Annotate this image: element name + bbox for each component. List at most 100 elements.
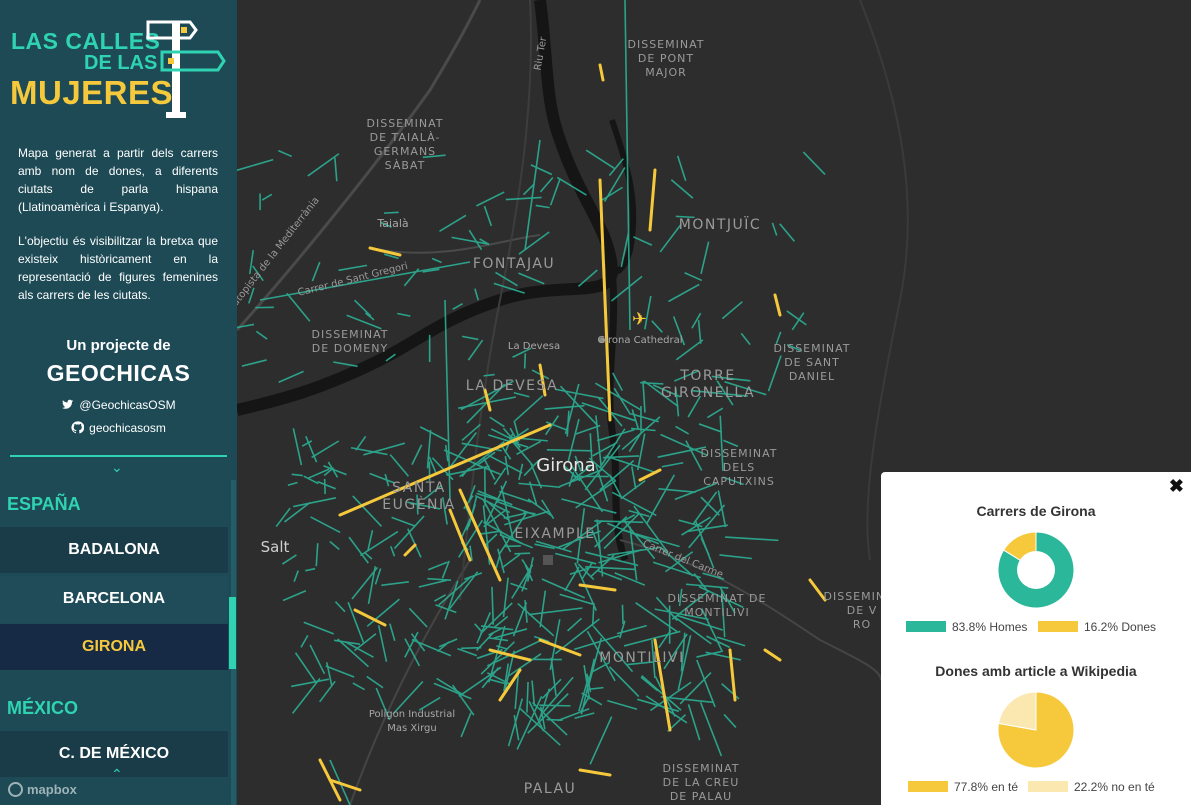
street-men bbox=[661, 461, 684, 468]
description-goal: L'objectiu és visibilitzar la bretxa que… bbox=[18, 234, 218, 302]
street-men bbox=[303, 621, 334, 635]
label-taiala-germans: DISSEMINAT DE TAIALÀ- GERMANS SÀBAT bbox=[366, 117, 444, 172]
street-women bbox=[598, 178, 612, 422]
street-men bbox=[478, 530, 502, 536]
github-link[interactable]: geochicasosm bbox=[0, 421, 237, 435]
street-men bbox=[418, 579, 448, 588]
donut-hole bbox=[1017, 551, 1055, 589]
street-men bbox=[354, 633, 377, 652]
label-la-devesa-park: La Devesa bbox=[507, 341, 561, 352]
street-men bbox=[333, 361, 358, 368]
legend-label-homes: 83.8% Homes bbox=[952, 620, 1028, 634]
city-item-badalona[interactable]: BADALONA bbox=[0, 527, 228, 573]
country-header-espana: ESPAÑA bbox=[7, 494, 81, 514]
street-men bbox=[347, 602, 365, 643]
street-men bbox=[771, 222, 778, 236]
street-men bbox=[241, 359, 267, 367]
street-men bbox=[608, 666, 640, 698]
street-men bbox=[802, 151, 826, 176]
street-women bbox=[648, 168, 657, 232]
street-women bbox=[598, 63, 605, 82]
mapbox-logo-icon bbox=[8, 782, 23, 797]
close-icon[interactable]: ✖ bbox=[1169, 476, 1184, 497]
street-men bbox=[234, 158, 274, 172]
street-men bbox=[374, 568, 382, 585]
street-men bbox=[393, 515, 425, 550]
geochicas-logo[interactable]: GEOCHICAS bbox=[0, 360, 237, 387]
street-men bbox=[255, 330, 268, 340]
street-men bbox=[476, 191, 505, 207]
street-men bbox=[678, 519, 703, 528]
street-men bbox=[699, 702, 723, 757]
street-men bbox=[390, 546, 396, 557]
stats-panel: ✖ Carrers de Girona 83.8% Homes 16.2% Do… bbox=[881, 472, 1191, 805]
legend-label-dones: 16.2% Dones bbox=[1084, 620, 1157, 634]
street-men bbox=[411, 444, 423, 466]
street-men bbox=[391, 516, 416, 528]
scrollbar-thumb[interactable] bbox=[229, 597, 236, 669]
street-men bbox=[640, 676, 659, 692]
street-men bbox=[685, 440, 703, 471]
divider bbox=[10, 455, 227, 457]
legend-swatch-dones bbox=[1038, 621, 1078, 632]
label-eixample: EIXAMPLE bbox=[514, 526, 596, 542]
street-men bbox=[489, 416, 505, 428]
street-men bbox=[559, 593, 594, 606]
street-men bbox=[329, 540, 340, 551]
street-men bbox=[355, 435, 367, 451]
street-men bbox=[585, 566, 636, 571]
street-women bbox=[773, 293, 782, 317]
app-logo[interactable]: LAS CALLES DE LAS MUJERES bbox=[8, 16, 228, 126]
street-men bbox=[557, 708, 590, 722]
street-men bbox=[697, 320, 702, 344]
twitter-link[interactable]: @GeochicasOSM bbox=[0, 398, 237, 412]
street-men bbox=[721, 683, 740, 700]
street-men bbox=[293, 497, 337, 508]
street-men bbox=[381, 581, 409, 587]
street-men bbox=[594, 382, 641, 411]
legend-swatch-en-te bbox=[908, 781, 948, 792]
street-men bbox=[325, 662, 333, 686]
city-item-barcelona[interactable]: BARCELONA bbox=[0, 576, 228, 622]
legend-item-no-en-te: 22.2% no en té bbox=[1028, 780, 1155, 794]
street-men bbox=[700, 241, 710, 274]
street-men bbox=[719, 554, 752, 560]
street-men bbox=[291, 473, 303, 477]
legend-swatch-no-en-te bbox=[1028, 781, 1068, 792]
mapbox-attribution[interactable]: mapbox bbox=[8, 782, 77, 797]
label-caputxins: DISSEMINAT DELS CAPUTXINS bbox=[700, 447, 778, 488]
street-men bbox=[278, 370, 304, 383]
street-women bbox=[638, 468, 662, 482]
street-men bbox=[431, 257, 442, 264]
street-men bbox=[315, 543, 319, 567]
street-men bbox=[642, 380, 646, 413]
chevron-down-icon[interactable]: ⌄ bbox=[111, 459, 123, 476]
github-handle: geochicasosm bbox=[89, 421, 166, 435]
street-men bbox=[517, 602, 555, 637]
city-item-girona[interactable]: GIRONA bbox=[0, 624, 228, 670]
legend-item-dones: 16.2% Dones bbox=[1038, 620, 1156, 634]
street-men bbox=[514, 552, 531, 555]
street-men bbox=[292, 428, 303, 466]
street-men bbox=[439, 214, 467, 233]
street-men bbox=[294, 652, 318, 684]
street-men bbox=[305, 567, 316, 572]
streets-men bbox=[232, 0, 826, 805]
street-men bbox=[419, 426, 449, 442]
street-men bbox=[451, 684, 475, 716]
street-men bbox=[564, 566, 580, 592]
street-men bbox=[278, 149, 293, 158]
street-men bbox=[685, 583, 729, 589]
description-intro: Mapa generat a partir dels carrers amb n… bbox=[18, 146, 218, 214]
street-men bbox=[309, 644, 326, 675]
street-men bbox=[716, 636, 746, 647]
street-men bbox=[555, 552, 597, 565]
logo-line-1: LAS CALLES bbox=[11, 28, 161, 54]
street-men bbox=[668, 283, 700, 303]
chevron-up-icon[interactable]: ⌃ bbox=[111, 766, 123, 783]
label-fontajau: FONTAJAU bbox=[472, 256, 556, 272]
street-men bbox=[633, 236, 653, 246]
street-men bbox=[588, 686, 604, 691]
street-men bbox=[651, 320, 663, 333]
pie-slice-1[interactable] bbox=[998, 692, 1037, 731]
